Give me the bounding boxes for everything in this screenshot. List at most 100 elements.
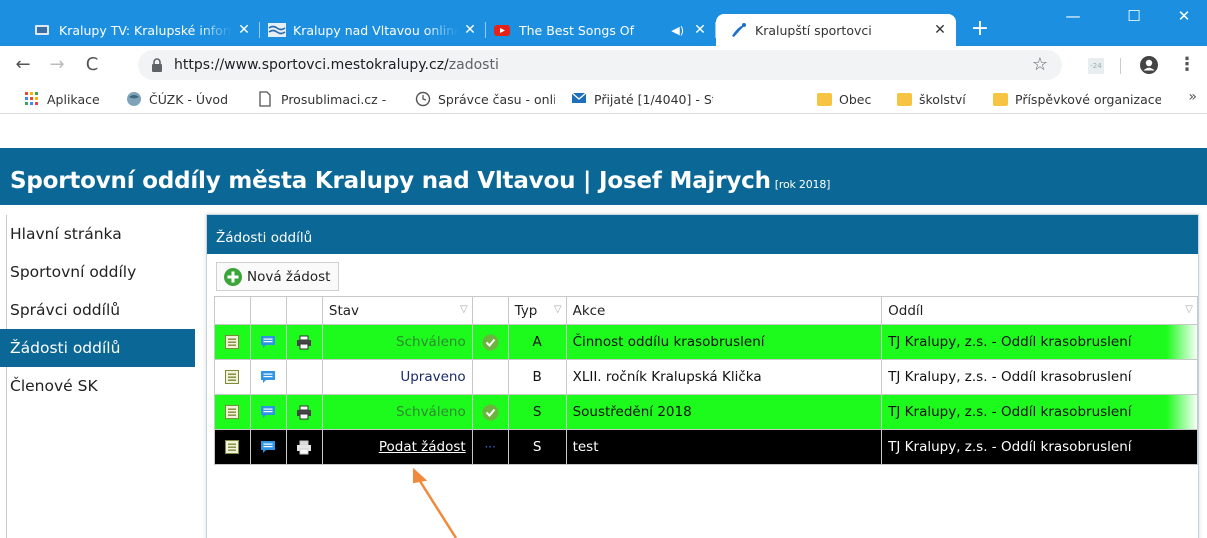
- bookmark-prosublimaci[interactable]: Prosublimaci.cz - ESHOP: [258, 90, 386, 108]
- document-icon[interactable]: [225, 405, 240, 419]
- view-cell[interactable]: [214, 324, 251, 360]
- club-cell: TJ Kralupy, z.s. - Oddíl krasobruslení: [881, 394, 1198, 430]
- sidebar-item-zadosti-oddilu[interactable]: Žádosti oddílů: [0, 329, 195, 367]
- new-request-button[interactable]: Nová žádost: [216, 262, 340, 291]
- menu-dots-icon[interactable]: ⋮: [1178, 54, 1196, 75]
- bookmark-prijate[interactable]: Přijaté [1/4040] - Star: [571, 90, 713, 108]
- table-row[interactable]: Schváleno A Činnost oddílu krasobruslení…: [214, 324, 1198, 360]
- bookmark-folder-obec[interactable]: Obec: [817, 90, 871, 108]
- bookmark-apps[interactable]: Aplikace: [24, 90, 100, 108]
- view-cell[interactable]: [214, 394, 251, 430]
- header-stav[interactable]: Stav ▽: [321, 296, 473, 325]
- header-label: Oddíl: [888, 302, 924, 319]
- comment-icon[interactable]: [260, 370, 276, 384]
- sidebar-item-sportovni-oddily[interactable]: Sportovní oddíly: [0, 253, 195, 291]
- profile-icon[interactable]: [1139, 55, 1159, 75]
- page-icon: [258, 91, 274, 107]
- printer-icon[interactable]: [296, 335, 312, 350]
- submit-request-link[interactable]: Podat žádost: [379, 439, 466, 455]
- bookmark-folder-skolstvi[interactable]: školství: [897, 90, 966, 108]
- page-year: [rok 2018]: [774, 178, 831, 191]
- club-cell: TJ Kralupy, z.s. - Oddíl krasobruslení: [881, 429, 1198, 465]
- sidebar-item-clenove-sk[interactable]: Členové SK: [0, 367, 195, 405]
- status-cell: Schváleno: [321, 394, 473, 430]
- tab-title: The Best Songs Of: [519, 22, 635, 38]
- table-row[interactable]: Podat žádost ··· S test TJ Kralupy, z.s.…: [214, 429, 1198, 465]
- comment-icon[interactable]: [260, 440, 276, 454]
- close-icon[interactable]: ✕: [236, 22, 252, 38]
- ellipsis-icon: ···: [484, 440, 496, 454]
- header-label: Typ: [514, 302, 538, 319]
- chat-cell[interactable]: [249, 394, 287, 430]
- requests-table: Stav ▽ Typ ▽ Akce Oddíl ▽ Schváleno A Činno…: [214, 296, 1198, 465]
- print-cell[interactable]: [285, 394, 323, 430]
- tab-youtube[interactable]: The Best Songs Of ◀) ✕: [480, 14, 716, 46]
- status-icon-cell: ···: [471, 429, 509, 465]
- header-oddil[interactable]: Oddíl ▽: [881, 296, 1198, 325]
- check-icon: [482, 404, 499, 421]
- close-icon[interactable]: ✕: [692, 22, 708, 38]
- header-typ[interactable]: Typ ▽: [507, 296, 567, 325]
- sort-icon[interactable]: ▽: [460, 304, 468, 315]
- sidebar-item-hlavni-stranka[interactable]: Hlavní stránka: [0, 215, 195, 253]
- sort-icon[interactable]: ▽: [1185, 304, 1193, 315]
- table-row[interactable]: Schváleno S Soustředění 2018 TJ Kralupy,…: [214, 394, 1198, 430]
- minimize-icon[interactable]: —: [1050, 0, 1096, 32]
- back-arrow-icon[interactable]: ←: [10, 52, 36, 78]
- view-cell[interactable]: [214, 359, 251, 395]
- window-close-icon[interactable]: ✕: [1161, 0, 1207, 32]
- status-icon-cell: [471, 394, 509, 430]
- bookmarks-more-icon[interactable]: »: [1188, 89, 1197, 105]
- chat-cell[interactable]: [249, 324, 287, 360]
- address-bar[interactable]: https://www.sportovci.mestokralupy.cz/za…: [138, 50, 1062, 80]
- extension-icon[interactable]: -24: [1088, 58, 1104, 74]
- maximize-icon[interactable]: ☐: [1111, 0, 1157, 32]
- print-cell[interactable]: [285, 324, 323, 360]
- star-icon[interactable]: ☆: [1032, 54, 1048, 75]
- type-cell: S: [507, 394, 567, 430]
- document-icon[interactable]: [225, 335, 240, 349]
- chat-cell[interactable]: [249, 359, 287, 395]
- status-cell: Podat žádost: [321, 429, 473, 465]
- printer-icon[interactable]: [296, 440, 312, 455]
- header-akce[interactable]: Akce: [565, 296, 883, 325]
- comment-icon[interactable]: [260, 405, 276, 419]
- type-cell: B: [507, 359, 567, 395]
- bookmark-spravce-casu[interactable]: Správce času - online: [415, 90, 555, 108]
- apps-grid-icon: [24, 91, 40, 107]
- forward-arrow-icon[interactable]: →: [44, 52, 70, 78]
- page-header: Sportovní oddíly města Kralupy nad Vltav…: [0, 148, 1207, 205]
- tab-kralupy-tv[interactable]: Kralupy TV: Kralupské informace ✕: [20, 14, 260, 46]
- tab-title: Kralupy TV: Kralupské informace: [59, 22, 232, 38]
- speaker-icon[interactable]: ◀): [671, 24, 684, 37]
- bookmark-folder-prispevkove[interactable]: Příspěvkové organizace: [993, 90, 1161, 108]
- tv-icon: [34, 22, 50, 38]
- header-view: [214, 296, 251, 325]
- view-cell[interactable]: [214, 429, 251, 465]
- document-icon[interactable]: [225, 370, 240, 384]
- tab-kralupy-online[interactable]: Kralupy nad Vltavou online ✕: [254, 14, 486, 46]
- table-row[interactable]: Upraveno B XLII. ročník Kralupská Klička…: [214, 359, 1198, 395]
- print-cell[interactable]: [285, 429, 323, 465]
- globe-icon: [126, 91, 142, 107]
- comment-icon[interactable]: [260, 335, 276, 349]
- close-icon[interactable]: ✕: [932, 22, 948, 38]
- bookmark-label: ČÚZK - Úvod: [149, 91, 229, 107]
- club-cell: TJ Kralupy, z.s. - Oddíl krasobruslení: [881, 359, 1198, 395]
- printer-icon[interactable]: [296, 405, 312, 420]
- new-tab-button[interactable]: +: [966, 15, 994, 43]
- url-text: https://www.sportovci.mestokralupy.cz/za…: [174, 57, 499, 73]
- requests-panel: Žádosti oddílů Nová žádost Stav ▽ Typ ▽ Ak…: [206, 214, 1199, 538]
- tab-kralupsti-sportovci[interactable]: Kralupští sportovci ✕: [716, 14, 956, 46]
- sort-icon[interactable]: ▽: [554, 304, 562, 315]
- type-cell: A: [507, 324, 567, 360]
- bookmark-label: Správce času - online: [438, 91, 555, 107]
- document-icon[interactable]: [225, 440, 240, 454]
- reload-icon[interactable]: C: [79, 52, 105, 78]
- close-icon[interactable]: ✕: [462, 22, 478, 38]
- sidebar-item-spravci-oddilu[interactable]: Správci oddílů: [0, 291, 195, 329]
- page-title-text: Sportovní oddíly města Kralupy nad Vltav…: [10, 168, 771, 194]
- bookmark-cuzk[interactable]: ČÚZK - Úvod: [126, 90, 228, 108]
- chat-cell[interactable]: [249, 429, 287, 465]
- action-cell: test: [565, 429, 883, 465]
